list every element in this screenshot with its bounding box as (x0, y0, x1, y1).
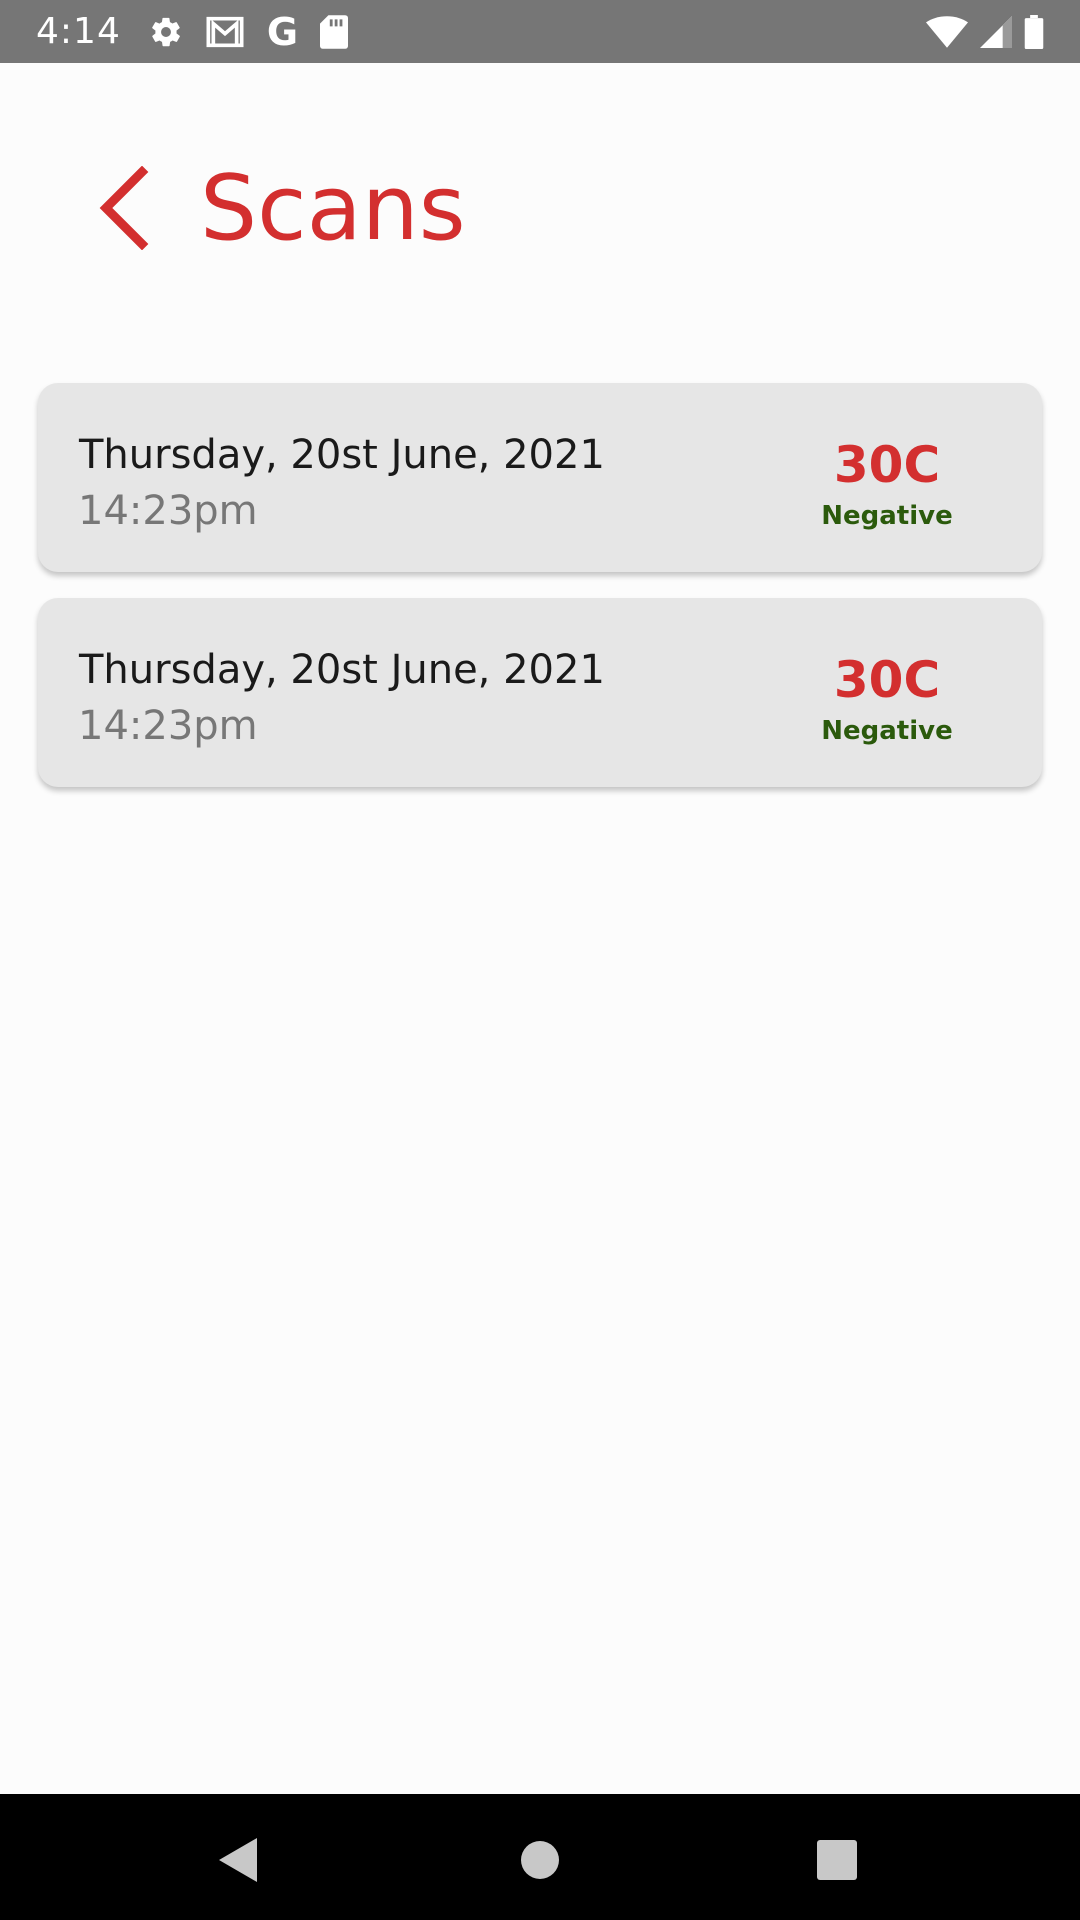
signal-icon (980, 15, 1012, 48)
scan-result: Negative (821, 716, 953, 746)
settings-icon (149, 15, 183, 49)
back-button[interactable] (92, 163, 156, 253)
nav-recents-button[interactable] (807, 1830, 867, 1890)
gmail-icon (205, 15, 245, 49)
status-bar: 4:14 G (0, 0, 1080, 63)
chevron-left-icon (99, 166, 149, 250)
nav-back-button[interactable] (209, 1830, 269, 1890)
scan-time: 14:23pm (78, 703, 258, 749)
status-time: 4:14 (36, 11, 121, 52)
scan-date: Thursday, 20st June, 2021 (79, 647, 605, 693)
scan-card[interactable]: Thursday, 20st June, 2021 14:23pm 30C Ne… (38, 598, 1042, 787)
scan-date: Thursday, 20st June, 2021 (79, 432, 605, 478)
status-icons-right (926, 14, 1044, 49)
navigation-bar (0, 1794, 1080, 1920)
scan-result: Negative (821, 501, 953, 531)
scan-temperature: 30C (833, 651, 941, 709)
nav-recents-icon (817, 1840, 857, 1880)
status-icons-left: G (149, 9, 349, 54)
scan-temperature: 30C (833, 436, 941, 494)
scan-card[interactable]: Thursday, 20st June, 2021 14:23pm 30C Ne… (38, 383, 1042, 572)
wifi-icon (926, 15, 968, 48)
sd-card-icon (320, 14, 349, 49)
scan-list: Thursday, 20st June, 2021 14:23pm 30C Ne… (38, 383, 1042, 813)
google-icon: G (266, 9, 299, 54)
page-title: Scans (200, 156, 466, 261)
header: Scans (0, 63, 1080, 313)
battery-icon (1024, 14, 1044, 49)
nav-home-icon (521, 1841, 559, 1879)
nav-home-button[interactable] (510, 1830, 570, 1890)
nav-back-icon (219, 1838, 257, 1882)
scan-time: 14:23pm (78, 488, 258, 534)
